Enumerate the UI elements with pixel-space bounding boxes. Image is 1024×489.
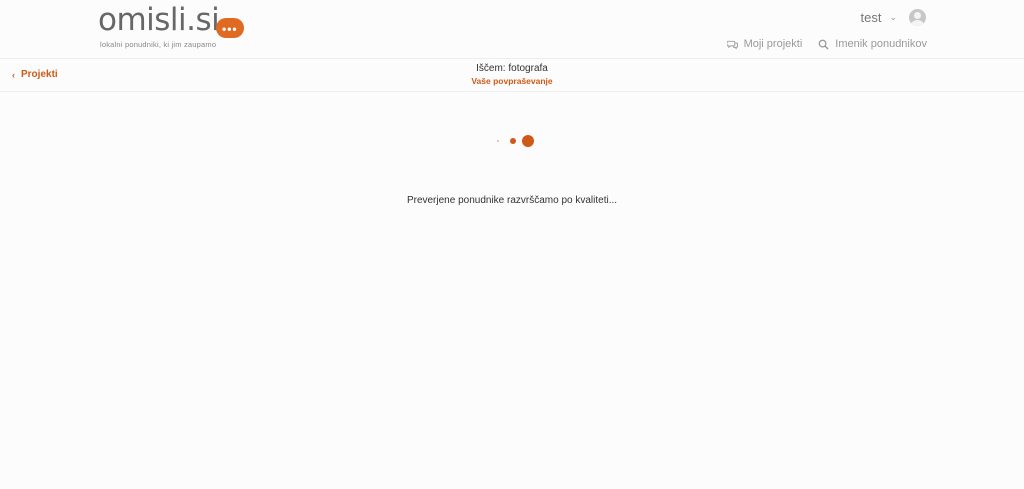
user-menu[interactable]: test ⌄	[860, 9, 926, 26]
loading-dot	[510, 138, 516, 144]
nav-item-imenik-ponudnikov[interactable]: Imenik ponudnikov	[818, 38, 927, 50]
page-subtitle: Vaše povpraševanje	[471, 76, 553, 86]
chevron-down-icon: ⌄	[889, 12, 897, 22]
loading-dot	[497, 140, 499, 142]
loading-message: Preverjene ponudnike razvrščamo po kvali…	[406, 195, 618, 206]
loading-dot	[522, 135, 534, 147]
logo-speech-bubble: •••	[216, 18, 244, 38]
user-name: test	[860, 10, 882, 25]
logo-tagline: lokalni ponudniki, ki jim zaupamo	[100, 40, 217, 49]
search-icon	[818, 39, 829, 50]
omisli-logo[interactable]: omisli.si ••• lokalni ponudniki, ki jim …	[98, 2, 248, 52]
nav-item-label: Imenik ponudnikov	[835, 38, 927, 50]
header: omisli.si ••• lokalni ponudniki, ki jim …	[0, 0, 1024, 58]
nav-item-label: Moji projekti	[743, 38, 803, 50]
loading-indicator	[496, 133, 536, 149]
nav-item-moji-projekti[interactable]: Moji projekti	[726, 38, 803, 50]
project-bar: ‹ Projekti Iščem: fotografa Vaše povpraš…	[0, 58, 1024, 92]
logo-wordmark: omisli.si	[98, 2, 220, 38]
top-nav: Moji projekti Imenik ponudnikov	[726, 38, 927, 50]
chat-bubbles-icon	[726, 40, 738, 49]
page-title: Iščem: fotografa	[476, 63, 548, 74]
avatar[interactable]	[909, 9, 926, 26]
